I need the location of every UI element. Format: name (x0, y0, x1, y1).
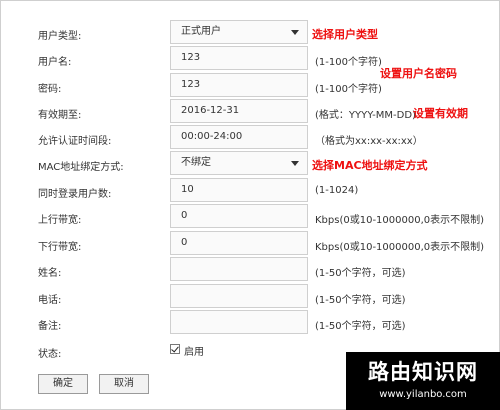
watermark-title: 路由知识网 (368, 360, 478, 384)
concurrent-users-value: 10 (181, 184, 194, 195)
enable-checkbox[interactable] (170, 344, 180, 354)
upload-bw-label: 上行带宽: (38, 215, 82, 226)
row-auth-time: 允许认证时间段: 00:00-24:00 （格式为xx:xx-xx:xx） (0, 125, 500, 151)
password-label: 密码: (38, 84, 62, 95)
password-value: 123 (181, 79, 201, 90)
row-phone: 电话: (1-50个字符，可选) (0, 284, 500, 310)
chevron-down-icon (291, 161, 299, 166)
phone-label: 电话: (38, 295, 62, 306)
site-watermark: 路由知识网 www.yilanbo.com (346, 352, 500, 410)
expiry-label: 有效期至: (38, 110, 82, 121)
expiry-value: 2016-12-31 (181, 105, 240, 116)
row-download-bw: 下行带宽: 0 Kbps(0或10-1000000,0表示不限制) (0, 231, 500, 257)
enable-checkbox-label[interactable]: 启用 (184, 343, 204, 358)
chevron-down-icon (291, 30, 299, 35)
row-upload-bw: 上行带宽: 0 Kbps(0或10-1000000,0表示不限制) (0, 204, 500, 230)
remark-hint: (1-50个字符，可选) (315, 321, 406, 332)
username-input[interactable]: 123 (170, 46, 308, 70)
username-hint: (1-100个字符) (315, 57, 382, 68)
user-type-select[interactable]: 正式用户 (170, 20, 308, 44)
concurrent-users-input[interactable]: 10 (170, 178, 308, 202)
upload-bw-hint: Kbps(0或10-1000000,0表示不限制) (315, 215, 485, 226)
auth-time-value: 00:00-24:00 (181, 131, 243, 142)
remark-label: 备注: (38, 321, 62, 332)
row-concurrent-users: 同时登录用户数: 10 (1-1024) (0, 178, 500, 204)
remark-input[interactable] (170, 310, 308, 334)
status-label: 状态: (38, 349, 62, 360)
expiry-input[interactable]: 2016-12-31 (170, 99, 308, 123)
row-user-type: 用户类型: 正式用户 (0, 20, 500, 46)
annotation-select-user-type: 选择用户类型 (312, 28, 378, 41)
password-hint: (1-100个字符) (315, 84, 382, 95)
row-password: 密码: 123 (1-100个字符) (0, 73, 500, 99)
mac-binding-select[interactable]: 不绑定 (170, 151, 308, 175)
phone-input[interactable] (170, 284, 308, 308)
user-type-label: 用户类型: (38, 31, 82, 42)
phone-hint: (1-50个字符，可选) (315, 295, 406, 306)
name-hint: (1-50个字符，可选) (315, 268, 406, 279)
username-value: 123 (181, 52, 201, 63)
download-bw-input[interactable]: 0 (170, 231, 308, 255)
row-remark: 备注: (1-50个字符，可选) (0, 310, 500, 336)
user-type-value: 正式用户 (181, 26, 221, 37)
upload-bw-input[interactable]: 0 (170, 204, 308, 228)
mac-binding-label: MAC地址绑定方式: (38, 162, 124, 173)
watermark-url: www.yilanbo.com (379, 389, 467, 400)
download-bw-hint: Kbps(0或10-1000000,0表示不限制) (315, 242, 485, 253)
concurrent-users-label: 同时登录用户数: (38, 189, 112, 200)
mac-binding-value: 不绑定 (181, 157, 211, 168)
auth-time-input[interactable]: 00:00-24:00 (170, 125, 308, 149)
name-input[interactable] (170, 257, 308, 281)
ok-button[interactable]: 确定 (38, 374, 88, 394)
annotation-select-mac-binding: 选择MAC地址绑定方式 (312, 159, 428, 172)
download-bw-label: 下行带宽: (38, 242, 82, 253)
auth-time-hint: （格式为xx:xx-xx:xx） (315, 136, 423, 147)
cancel-button[interactable]: 取消 (99, 374, 149, 394)
download-bw-value: 0 (181, 237, 188, 248)
annotation-set-expiry: 设置有效期 (413, 107, 468, 120)
username-label: 用户名: (38, 57, 72, 68)
auth-time-label: 允许认证时间段: (38, 136, 112, 147)
password-input[interactable]: 123 (170, 73, 308, 97)
concurrent-users-hint: (1-1024) (315, 185, 359, 196)
expiry-hint: (格式：YYYY-MM-DD) (315, 110, 416, 121)
name-label: 姓名: (38, 268, 62, 279)
row-name: 姓名: (1-50个字符，可选) (0, 257, 500, 283)
upload-bw-value: 0 (181, 210, 188, 221)
